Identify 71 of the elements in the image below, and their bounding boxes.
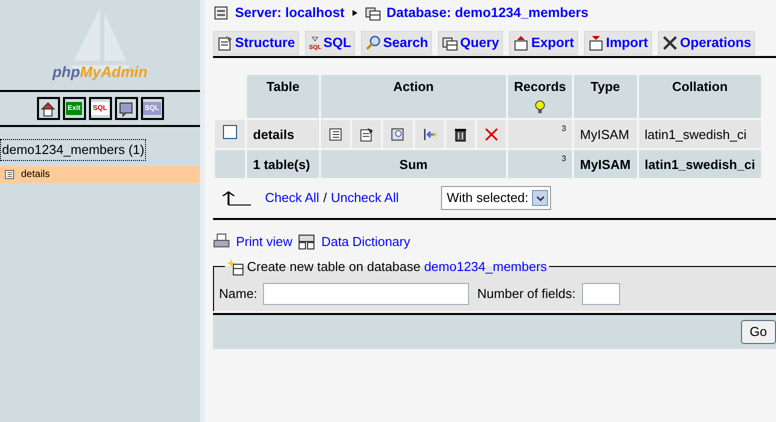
database-link[interactable]: Database: demo1234_members [386, 2, 588, 24]
help-icon [118, 100, 134, 116]
list-icon [328, 126, 344, 142]
row-checkbox[interactable] [223, 124, 237, 138]
data-dictionary-link[interactable]: Data Dictionary [321, 232, 410, 252]
name-input[interactable] [263, 282, 470, 305]
table-cell: MyISAM [574, 120, 637, 148]
list-icon [4, 168, 15, 180]
search-icon [390, 126, 406, 142]
database-link[interactable]: demo1234_members [424, 259, 547, 274]
chevron-down-icon [536, 194, 545, 202]
triangle-icon [350, 8, 359, 18]
uncheck-all-link[interactable]: Uncheck All [330, 188, 399, 208]
insert-icon [422, 126, 437, 142]
search-button[interactable] [383, 120, 413, 148]
export-icon [513, 35, 530, 52]
column-header: Table [247, 75, 319, 118]
lightbulb-icon [533, 99, 548, 116]
server-link[interactable]: Server: localhost [235, 2, 345, 24]
document-icon [217, 35, 233, 52]
go-button[interactable]: Go [740, 320, 776, 344]
insert-button[interactable] [414, 120, 444, 148]
database-icon [364, 5, 381, 21]
column-header: Records [508, 75, 572, 118]
document-icon [359, 126, 374, 142]
table-cell: latin1_swedish_ci [638, 150, 762, 178]
sidebar-table-item[interactable]: details [0, 166, 200, 182]
new-table-icon [227, 258, 244, 276]
table-cell: details [247, 120, 319, 148]
column-header: Type [574, 75, 637, 118]
fields-input[interactable] [582, 282, 620, 305]
table-icon [298, 233, 316, 250]
tab[interactable]: Search [361, 31, 432, 56]
table-cell: 3 [508, 150, 572, 178]
table-cell: MyISAM [574, 150, 637, 178]
home-button[interactable] [36, 97, 60, 120]
tab[interactable]: Import [584, 31, 652, 56]
print-view-link[interactable]: Print view [236, 232, 292, 252]
structure-button[interactable] [352, 120, 382, 148]
delete-icon [484, 126, 499, 142]
database-link[interactable]: demo1234_members (1) [0, 139, 146, 160]
tab[interactable]: Structure [213, 31, 300, 56]
table-icon [442, 35, 458, 52]
search-icon [365, 35, 382, 52]
tab[interactable]: Query [438, 31, 504, 56]
server-icon [213, 5, 229, 21]
import-icon [588, 35, 604, 52]
column-header: Action [321, 75, 506, 118]
tools-icon [662, 35, 678, 52]
table-cell: 1 table(s) [247, 150, 319, 178]
table-cell: 3 [508, 120, 572, 148]
tab[interactable]: Operations [658, 31, 756, 56]
printer-icon [213, 233, 230, 250]
with-selected-dropdown[interactable]: With selected: [440, 186, 552, 210]
browse-button[interactable] [321, 120, 350, 148]
corner-arrow-icon [221, 190, 251, 206]
field-label: Name: [219, 285, 258, 303]
check-all-link[interactable]: Check All [265, 188, 320, 208]
separator: / [323, 189, 327, 208]
trash-icon [452, 126, 468, 142]
tab[interactable]: Export [509, 31, 578, 56]
home-icon [40, 100, 56, 116]
table-name: details [21, 168, 50, 182]
field-label: Number of fields: [477, 285, 576, 303]
phpmyadmin-logo: phpMyAdmin [52, 62, 148, 82]
table-cell: Sum [321, 150, 506, 178]
help-button[interactable] [114, 97, 138, 120]
column-header: Collation [638, 75, 762, 118]
legend-text: Create new table on database demo1234_members [247, 258, 547, 276]
drop-button[interactable] [476, 120, 506, 148]
table-cell: latin1_swedish_ci [638, 120, 762, 148]
